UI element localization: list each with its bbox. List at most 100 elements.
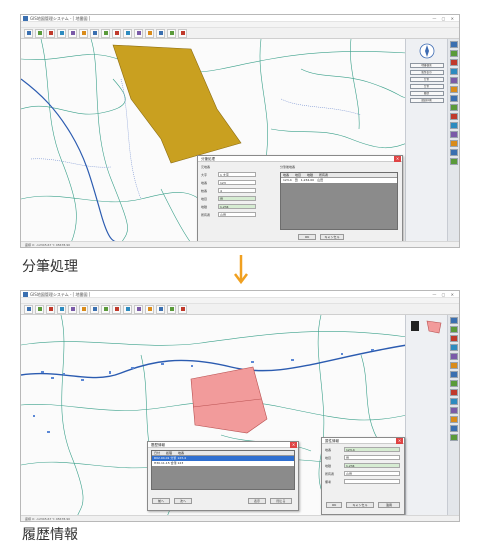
info-icon[interactable] bbox=[156, 29, 165, 38]
ok-button[interactable]: OK bbox=[326, 502, 342, 508]
show-button[interactable]: 表示 bbox=[248, 498, 266, 504]
measure-icon[interactable] bbox=[101, 305, 110, 314]
text-field[interactable]: 1,234 bbox=[344, 463, 400, 468]
zoom-in-icon[interactable] bbox=[57, 305, 66, 314]
select-icon[interactable] bbox=[90, 29, 99, 38]
text-field[interactable]: 田 bbox=[344, 455, 400, 460]
undo-icon[interactable] bbox=[134, 29, 143, 38]
pan-icon[interactable] bbox=[79, 29, 88, 38]
tool-strip-button[interactable] bbox=[449, 86, 458, 93]
zoom-out-icon[interactable] bbox=[68, 29, 77, 38]
text-field[interactable]: 1 大字 bbox=[218, 172, 256, 177]
open-icon[interactable] bbox=[24, 305, 33, 314]
text-field[interactable]: 山田 bbox=[344, 471, 400, 476]
measure-icon[interactable] bbox=[101, 29, 110, 38]
close-icon[interactable]: × bbox=[394, 156, 401, 162]
tool-strip-button[interactable] bbox=[449, 362, 458, 369]
draw-icon[interactable] bbox=[167, 305, 176, 314]
panel-button[interactable]: 履歴 bbox=[409, 91, 444, 96]
window-controls[interactable]: — ▢ ✕ bbox=[432, 16, 456, 21]
pan-icon[interactable] bbox=[79, 305, 88, 314]
tool-strip-button[interactable] bbox=[449, 425, 458, 432]
help-icon-glyph bbox=[181, 31, 185, 35]
grid-row[interactable]: 123-4 田 1,234.00 山田 bbox=[281, 178, 397, 183]
apply-button[interactable]: 適用 bbox=[378, 502, 400, 508]
select-icon[interactable] bbox=[90, 305, 99, 314]
tool-strip-button[interactable] bbox=[449, 380, 458, 387]
text-field[interactable]: 田 bbox=[218, 196, 256, 201]
panel-button[interactable]: 地番検索 bbox=[409, 63, 444, 68]
tool-strip-button[interactable] bbox=[449, 326, 458, 333]
close-icon[interactable]: × bbox=[290, 442, 297, 448]
layer-icon[interactable] bbox=[112, 305, 121, 314]
prev-button[interactable]: 前へ bbox=[152, 498, 170, 504]
selected-parcel[interactable] bbox=[112, 44, 242, 164]
tool-strip-button[interactable] bbox=[449, 140, 458, 147]
tool-strip-button[interactable] bbox=[449, 131, 458, 138]
open-icon[interactable] bbox=[24, 29, 33, 38]
panel-button[interactable]: 合筆 bbox=[409, 84, 444, 89]
tool-strip-button[interactable] bbox=[449, 158, 458, 165]
tool-strip-button[interactable] bbox=[449, 149, 458, 156]
close-icon[interactable]: × bbox=[396, 438, 403, 444]
tool-strip-button[interactable] bbox=[449, 389, 458, 396]
history-grid[interactable]: 日付 処理 地番 R02.04.01 分筆 123-4 H30.11.15 合筆… bbox=[151, 450, 295, 490]
cancel-button[interactable]: キャンセル bbox=[320, 234, 344, 240]
tool-strip-button[interactable] bbox=[449, 95, 458, 102]
search-icon[interactable] bbox=[123, 305, 132, 314]
tool-strip-button[interactable] bbox=[449, 371, 458, 378]
tool-strip-button[interactable] bbox=[449, 344, 458, 351]
tool-strip-button[interactable] bbox=[449, 122, 458, 129]
parcel-grid[interactable]: 地番 地目 地積 所有者 123-4 田 1,234.00 山田 bbox=[280, 172, 398, 230]
tool-strip-button[interactable] bbox=[449, 317, 458, 324]
panel-button[interactable]: 図面印刷 bbox=[409, 98, 444, 103]
text-field[interactable]: 123-4 bbox=[344, 447, 400, 452]
measure-icon-glyph bbox=[104, 31, 108, 35]
undo-icon-glyph bbox=[137, 307, 141, 311]
text-field[interactable] bbox=[344, 479, 400, 484]
window-controls[interactable]: — ▢ ✕ bbox=[432, 292, 456, 297]
field-label: 地積 bbox=[325, 464, 332, 468]
text-field[interactable]: 山田 bbox=[218, 212, 256, 217]
tool-strip-button[interactable] bbox=[449, 41, 458, 48]
layer-icon[interactable] bbox=[112, 29, 121, 38]
grid-row[interactable]: H30.11.15 合筆 123 bbox=[152, 461, 294, 466]
redo-icon[interactable] bbox=[145, 29, 154, 38]
help-icon[interactable] bbox=[178, 305, 187, 314]
save-icon[interactable] bbox=[35, 305, 44, 314]
close-button[interactable]: 閉じる bbox=[270, 498, 292, 504]
search-icon[interactable] bbox=[123, 29, 132, 38]
save-icon[interactable] bbox=[35, 29, 44, 38]
tool-strip-button[interactable] bbox=[449, 434, 458, 441]
panel-button[interactable]: 属性表示 bbox=[409, 70, 444, 75]
next-button[interactable]: 次へ bbox=[174, 498, 192, 504]
redo-icon[interactable] bbox=[145, 305, 154, 314]
window-titlebar: GIS地図管理システム - [ 地番図 ] — ▢ ✕ bbox=[21, 15, 459, 22]
undo-icon[interactable] bbox=[134, 305, 143, 314]
text-field[interactable]: 4 bbox=[218, 188, 256, 193]
zoom-out-icon[interactable] bbox=[68, 305, 77, 314]
selected-parcel[interactable] bbox=[190, 366, 268, 434]
tool-strip-button[interactable] bbox=[449, 104, 458, 111]
tool-strip-button[interactable] bbox=[449, 113, 458, 120]
ok-button[interactable]: OK bbox=[298, 234, 316, 240]
panel-button[interactable]: 分筆 bbox=[409, 77, 444, 82]
tool-strip-button[interactable] bbox=[449, 68, 458, 75]
tool-strip-button[interactable] bbox=[449, 353, 458, 360]
cancel-button[interactable]: キャンセル bbox=[346, 502, 374, 508]
tool-strip-button[interactable] bbox=[449, 335, 458, 342]
tool-strip-button[interactable] bbox=[449, 77, 458, 84]
text-field[interactable]: 1,234 bbox=[218, 204, 256, 209]
tool-strip-button[interactable] bbox=[449, 398, 458, 405]
draw-icon[interactable] bbox=[167, 29, 176, 38]
zoom-in-icon[interactable] bbox=[57, 29, 66, 38]
text-field[interactable]: 123 bbox=[218, 180, 256, 185]
info-icon[interactable] bbox=[156, 305, 165, 314]
help-icon[interactable] bbox=[178, 29, 187, 38]
tool-strip-button[interactable] bbox=[449, 50, 458, 57]
print-icon[interactable] bbox=[46, 29, 55, 38]
tool-strip-button[interactable] bbox=[449, 59, 458, 66]
tool-strip-button[interactable] bbox=[449, 407, 458, 414]
print-icon[interactable] bbox=[46, 305, 55, 314]
tool-strip-button[interactable] bbox=[449, 416, 458, 423]
